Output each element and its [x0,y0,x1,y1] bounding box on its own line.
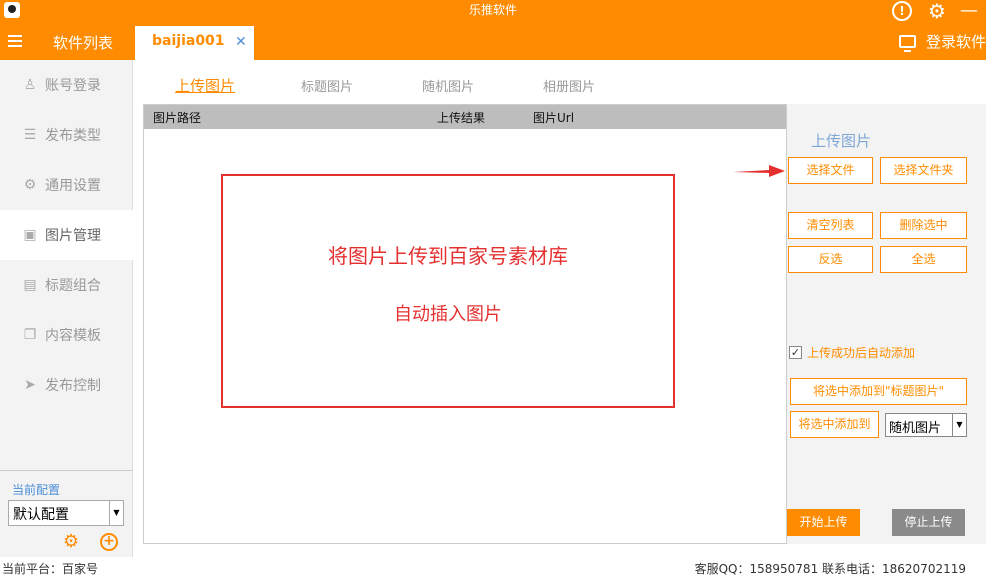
sidebar: ♙ 账号登录 ☰ 发布类型 ⚙ 通用设置 ▣ 图片管理 ▤ 标题组合 ❐ 内容模… [0,60,133,557]
list-icon: ☰ [23,127,37,143]
table-header: 图片路径 上传结果 图片Url [144,105,786,129]
column-header-result[interactable]: 上传结果 [437,109,485,126]
tab-baijia001[interactable]: baijia001 ✕ [135,26,254,60]
login-label: 登录软件 [925,33,986,51]
chevron-down-icon: ▼ [952,414,966,436]
sidebar-item-publish-control[interactable]: ➤ 发布控制 [0,360,133,410]
config-select[interactable]: 默认配置 ▼ [8,500,124,526]
choose-file-button[interactable]: 选择文件 [788,157,873,184]
column-header-url[interactable]: 图片Url [533,109,574,126]
sidebar-item-general-settings[interactable]: ⚙ 通用设置 [0,160,133,210]
invert-selection-button[interactable]: 反选 [788,246,873,273]
clear-list-button[interactable]: 清空列表 [788,212,873,239]
red-arrow-icon [733,165,785,177]
config-gear-icon[interactable]: ⚙ [63,533,79,551]
start-upload-button[interactable]: 开始上传 [787,509,860,536]
auto-add-label: 上传成功后自动添加 [807,346,916,360]
choose-folder-button[interactable]: 选择文件夹 [880,157,967,184]
contact-info: 客服QQ：158950781 联系电话：18620702119 [694,562,966,576]
sidebar-item-label: 图片管理 [45,228,101,244]
gear-icon: ⚙ [23,177,37,193]
config-select-value: 默认配置 [13,507,69,523]
current-platform: 当前平台：百家号 [2,562,99,576]
annotation-box: 将图片上传到百家号素材库 自动插入图片 [221,174,675,408]
minimize-icon[interactable]: — [952,0,986,22]
info-icon[interactable]: ! [892,1,912,21]
sidebar-item-label: 发布控制 [45,378,101,394]
sidebar-item-label: 通用设置 [45,178,101,194]
tab-random-image[interactable]: 随机图片 [422,76,474,95]
annotation-line-2: 自动插入图片 [394,304,502,325]
auto-add-option: ✓ 上传成功后自动添加 [789,344,915,361]
add-selected-to-button[interactable]: 将选中添加到 [790,411,879,438]
sidebar-item-image-management[interactable]: ▣ 图片管理 [0,210,133,260]
sidebar-item-content-template[interactable]: ❐ 内容模板 [0,310,133,360]
user-icon: ♙ [23,77,37,93]
nav-row: 软件列表 baijia001 ✕ 登录软件 [0,26,986,60]
target-select[interactable]: 随机图片 ▼ [885,413,967,437]
stop-upload-button[interactable]: 停止上传 [892,509,965,536]
sidebar-item-publish-type[interactable]: ☰ 发布类型 [0,110,133,160]
add-to-title-image-button[interactable]: 将选中添加到"标题图片" [790,378,967,405]
column-header-path[interactable]: 图片路径 [153,109,201,126]
tab-title-image[interactable]: 标题图片 [301,76,353,95]
monitor-icon [898,35,916,52]
chevron-down-icon: ▼ [109,501,123,525]
sidebar-item-label: 发布类型 [45,128,101,144]
upload-panel: 上传图片 选择文件 选择文件夹 清空列表 删除选中 反选 全选 ✓ 上传成功后自… [787,104,986,544]
annotation-line-1: 将图片上传到百家号素材库 [328,244,568,268]
panel-title: 上传图片 [811,132,872,150]
current-config-label: 当前配置 [12,483,61,497]
menu-icon[interactable] [8,35,22,47]
sidebar-item-label: 标题组合 [45,278,101,294]
sidebar-item-account-login[interactable]: ♙ 账号登录 [0,60,133,110]
delete-selected-button[interactable]: 删除选中 [880,212,967,239]
sidebar-item-label: 账号登录 [45,78,101,94]
title-bar: 乐推软件 ! ⚙ — 软件列表 baijia001 ✕ 登录软件 [0,0,986,60]
window-title: 乐推软件 [468,3,517,17]
settings-gear-icon[interactable]: ⚙ [922,0,952,22]
auto-add-checkbox[interactable]: ✓ [789,346,802,359]
config-section: 当前配置 默认配置 ▼ ⚙ + [0,470,133,557]
software-list-link[interactable]: 软件列表 [53,32,113,53]
target-select-value: 随机图片 [889,421,942,436]
image-table[interactable]: 图片路径 上传结果 图片Url 将图片上传到百家号素材库 自动插入图片 [143,104,787,544]
document-icon: ▤ [23,277,37,293]
window-controls: ! ⚙ — [892,0,986,22]
sidebar-item-title-combination[interactable]: ▤ 标题组合 [0,260,133,310]
close-icon[interactable]: ✕ [235,34,247,50]
tab-album-image[interactable]: 相册图片 [543,76,595,95]
tab-label: baijia001 [152,33,225,49]
image-icon: ▣ [23,227,37,243]
tab-upload-image[interactable]: 上传图片 [175,75,235,96]
send-icon: ➤ [24,377,36,393]
copy-icon: ❐ [23,327,37,343]
select-all-button[interactable]: 全选 [880,246,967,273]
add-config-icon[interactable]: + [100,533,118,551]
login-software-button[interactable]: 登录软件 [898,31,986,52]
sidebar-item-label: 内容模板 [45,328,101,344]
